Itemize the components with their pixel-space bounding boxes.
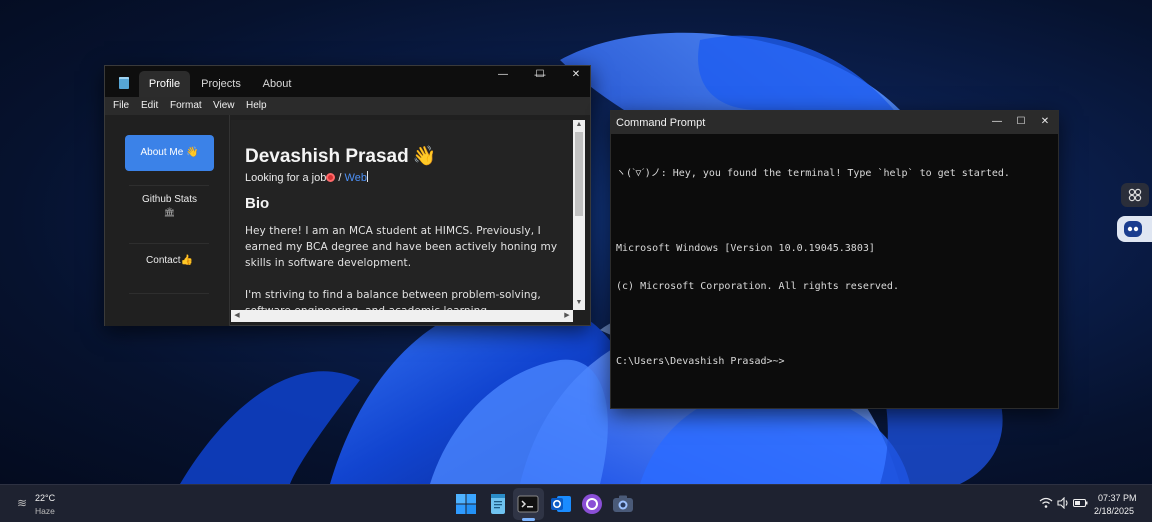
cmd-maximize-button[interactable]: ☐ bbox=[1011, 114, 1031, 130]
wave-emoji-icon: 👋 bbox=[412, 146, 437, 167]
tab-profile[interactable]: Profile bbox=[139, 71, 190, 97]
minimize-icon: — bbox=[498, 69, 508, 80]
menu-format[interactable]: Format bbox=[170, 100, 202, 111]
terminal-output[interactable]: ヽ(ˋ▽ˊ)ノ: Hey, you found the terminal! Ty… bbox=[616, 143, 1010, 393]
maximize-icon: ☐ bbox=[535, 69, 545, 80]
close-icon: ✕ bbox=[571, 69, 581, 80]
bio-paragraph: I'm striving to find a balance between p… bbox=[245, 289, 541, 310]
sidebar-divider bbox=[129, 293, 209, 294]
close-icon: ✕ bbox=[1040, 116, 1050, 127]
tab-about[interactable]: About bbox=[255, 71, 299, 97]
volume-icon[interactable] bbox=[1057, 496, 1070, 512]
camera-icon bbox=[613, 495, 633, 512]
menu-help[interactable]: Help bbox=[246, 100, 267, 111]
maximize-icon: ☐ bbox=[1016, 116, 1026, 127]
bio-paragraph: Hey there! I am an MCA student at HIMCS.… bbox=[245, 225, 558, 269]
menu-bar: File Edit Format View Help bbox=[105, 97, 590, 115]
active-app-indicator bbox=[522, 518, 535, 521]
notepad-icon bbox=[491, 494, 505, 514]
sidebar-divider bbox=[129, 243, 209, 244]
sidebar-item-contact[interactable]: Contact👍 bbox=[125, 255, 214, 266]
tab-projects[interactable]: Projects bbox=[197, 71, 245, 97]
terminal-prompt: C:\Users\Devashish Prasad>~> bbox=[616, 355, 785, 367]
sidebar-divider bbox=[129, 185, 209, 186]
notepad-app-icon bbox=[119, 77, 129, 89]
minimize-icon: — bbox=[992, 116, 1002, 127]
scroll-up-icon[interactable]: ▲ bbox=[573, 120, 585, 130]
sidebar-item-label: Github Stats bbox=[141, 194, 198, 205]
scroll-down-icon[interactable]: ▼ bbox=[573, 298, 585, 308]
clock-date[interactable]: 2/18/2025 bbox=[1094, 506, 1134, 516]
menu-file[interactable]: File bbox=[113, 100, 129, 111]
terminal-line: ヽ(ˋ▽ˊ)ノ: Hey, you found the terminal! Ty… bbox=[616, 168, 1010, 179]
profile-name: Devashish Prasad bbox=[245, 146, 409, 167]
battery-icon[interactable] bbox=[1073, 497, 1088, 512]
status-separator: / bbox=[335, 172, 345, 184]
haze-icon[interactable]: ≋ bbox=[17, 496, 27, 510]
cmd-titlebar[interactable]: Command Prompt — ☐ ✕ bbox=[611, 111, 1058, 134]
typing-cursor bbox=[366, 171, 368, 182]
profile-sidebar: About Me 👋 Github Stats 🏛 Contact👍 bbox=[105, 115, 230, 326]
command-prompt-window: Command Prompt — ☐ ✕ ヽ(ˋ▽ˊ)ノ: Hey, you f… bbox=[610, 110, 1059, 409]
terminal-line: Microsoft Windows [Version 10.0.19045.38… bbox=[616, 243, 875, 254]
app-maximize-button[interactable]: ☐ bbox=[522, 66, 558, 84]
menu-edit[interactable]: Edit bbox=[141, 100, 158, 111]
cmd-close-button[interactable]: ✕ bbox=[1035, 114, 1055, 130]
status-field: Web bbox=[344, 172, 367, 184]
terminal-line: (c) Microsoft Corporation. All rights re… bbox=[616, 280, 899, 292]
assistant-button[interactable] bbox=[1117, 216, 1152, 242]
outlook-icon bbox=[551, 496, 571, 512]
bio-text: Hey there! I am an MCA student at HIMCS.… bbox=[245, 223, 561, 310]
battery-glyph bbox=[1073, 499, 1088, 507]
menu-view[interactable]: View bbox=[213, 100, 235, 111]
start-icon bbox=[456, 494, 476, 514]
clock-time[interactable]: 07:37 PM bbox=[1098, 493, 1137, 503]
page-title: Devashish Prasad 👋 bbox=[245, 144, 436, 168]
vertical-scrollbar[interactable]: ▲ ▼ bbox=[573, 120, 585, 310]
weather-temperature[interactable]: 22°C bbox=[35, 493, 55, 503]
taskbar: ≋ 22°C Haze 07:37 PM 2/18/2025 bbox=[0, 484, 1152, 522]
start-button[interactable] bbox=[454, 492, 478, 516]
weather-condition[interactable]: Haze bbox=[35, 506, 55, 516]
speaker-glyph bbox=[1057, 496, 1068, 510]
taskbar-camera[interactable] bbox=[611, 492, 635, 516]
cmd-minimize-button[interactable]: — bbox=[987, 114, 1007, 130]
widgets-button[interactable] bbox=[1121, 183, 1149, 207]
job-status-line: Looking for a job / Web bbox=[245, 171, 368, 184]
scrollbar-thumb[interactable] bbox=[575, 132, 583, 216]
taskbar-terminal[interactable] bbox=[516, 492, 540, 516]
sidebar-item-github-stats[interactable]: Github Stats 🏛 bbox=[125, 194, 214, 218]
profile-content: Devashish Prasad 👋 Looking for a job / We… bbox=[231, 120, 573, 310]
horizontal-scrollbar[interactable]: ◀ ▶ bbox=[231, 310, 573, 322]
scroll-right-icon[interactable]: ▶ bbox=[561, 310, 573, 322]
status-prefix: Looking for a job bbox=[245, 172, 327, 184]
museum-icon: 🏛 bbox=[163, 207, 176, 217]
terminal-icon bbox=[517, 495, 539, 513]
grid-icon bbox=[1128, 188, 1142, 202]
taskbar-outlook[interactable] bbox=[549, 492, 573, 516]
profile-app-window: Profile Projects About — — ☐ ✕ File Edit… bbox=[104, 65, 591, 326]
cmd-title: Command Prompt bbox=[616, 117, 706, 129]
wifi-icon[interactable] bbox=[1039, 497, 1053, 512]
wifi-glyph bbox=[1039, 497, 1053, 508]
sidebar-item-about-me[interactable]: About Me 👋 bbox=[125, 135, 214, 171]
app-minimize-button[interactable]: — bbox=[485, 66, 521, 84]
app-close-button[interactable]: ✕ bbox=[558, 66, 594, 84]
bot-icon bbox=[1124, 221, 1142, 237]
github-icon bbox=[582, 494, 602, 514]
scroll-left-icon[interactable]: ◀ bbox=[231, 310, 243, 322]
red-dot-icon bbox=[326, 173, 336, 182]
taskbar-github[interactable] bbox=[580, 492, 604, 516]
taskbar-notepad[interactable] bbox=[486, 492, 510, 516]
bio-heading: Bio bbox=[245, 195, 270, 212]
